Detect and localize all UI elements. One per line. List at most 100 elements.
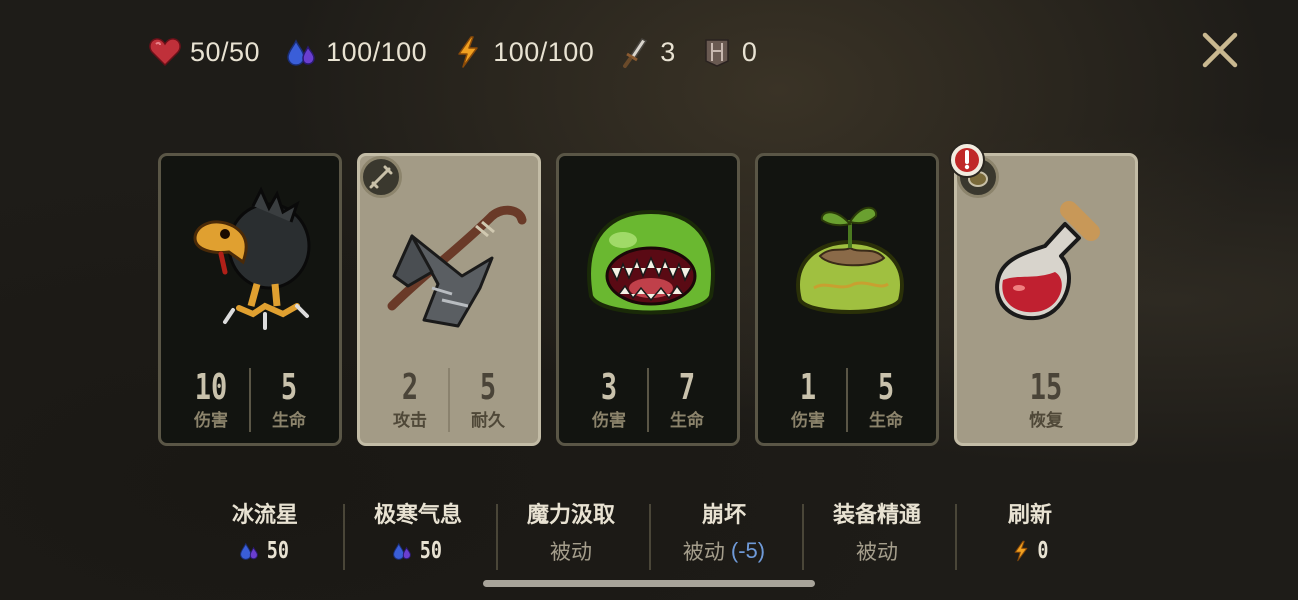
skill-name: 崩坏 (701, 502, 746, 528)
attack-value: 2 (401, 367, 419, 408)
skill-name: 魔力汲取 (526, 502, 615, 528)
battle-axe-icon (387, 205, 527, 328)
damage-value: 10 (194, 367, 228, 408)
mana-drops-icon (240, 542, 259, 560)
skill-cost: 50 (343, 532, 493, 570)
skill-divider (802, 504, 804, 570)
skill-name: 装备精通 (832, 502, 921, 528)
damage-label: 伤害 (194, 411, 228, 431)
damage-stat: 3 伤害 (571, 366, 647, 438)
card-stats: 15 恢复 (957, 366, 1135, 438)
close-button[interactable] (1200, 30, 1240, 70)
skill-equipment-mastery[interactable]: 装备精通 被动 (802, 498, 952, 578)
health-label: 生命 (869, 411, 903, 431)
durability-value: 5 (479, 367, 497, 408)
exclamation-icon (955, 148, 979, 172)
health-stat: 5 生命 (848, 366, 924, 438)
restore-label: 恢复 (1029, 411, 1063, 431)
health-label: 生命 (670, 411, 704, 431)
skill-divider (955, 504, 957, 570)
health-potion-icon (995, 201, 1100, 321)
lightning-icon (1014, 540, 1028, 562)
card-green-slime[interactable]: 3 伤害 7 生命 (556, 153, 740, 446)
card-axe[interactable]: 2 攻击 5 耐久 (357, 153, 541, 446)
mana-drops-icon (393, 542, 412, 560)
modifier-value: (-5) (730, 538, 766, 563)
health-value: 7 (678, 367, 696, 408)
card-art (969, 176, 1129, 346)
alert-badge (949, 142, 985, 178)
lightning-icon (458, 36, 478, 68)
skill-cost: 50 (190, 532, 340, 570)
heart-icon (149, 38, 181, 67)
attack-stat: 2 攻击 (372, 366, 448, 438)
energy-value: 100/100 (493, 36, 595, 67)
armor-value: 0 (741, 36, 758, 67)
mana-drops-icon (287, 39, 315, 66)
attack-value: 3 (660, 36, 676, 67)
health-stat: 5 生命 (251, 366, 327, 438)
armor-icon (705, 39, 729, 67)
card-potion[interactable]: 15 恢复 (949, 142, 1138, 446)
skill-name: 极寒气息 (373, 502, 462, 528)
skill-divider (496, 504, 498, 570)
skill-ice-meteor[interactable]: 冰流星 50 (190, 498, 340, 578)
card-sprout-slime[interactable]: 1 伤害 5 生命 (755, 153, 939, 446)
damage-stat: 1 伤害 (770, 366, 846, 438)
skill-divider (343, 504, 345, 570)
restore-value: 15 (1029, 367, 1063, 408)
energy-stat: 100/100 (451, 35, 594, 69)
restore-stat: 15 恢复 (1008, 366, 1084, 438)
health-stat: 50/50 (148, 35, 260, 69)
skill-frost-breath[interactable]: 极寒气息 50 (343, 498, 493, 578)
player-stats-bar: 50/50 100/100 100/100 3 0 (148, 30, 781, 74)
skill-cost: 0 (955, 532, 1105, 570)
card-crow[interactable]: 10 伤害 5 生命 (158, 153, 342, 446)
cost-value: 0 (1037, 538, 1049, 564)
skill-status: 被动 (496, 532, 646, 570)
passive-label: 被动 (856, 540, 898, 564)
damage-label: 伤害 (592, 411, 626, 431)
dagger-icon (623, 38, 648, 68)
sprout-slime-icon (796, 206, 904, 314)
health-label: 生命 (272, 411, 306, 431)
close-icon (1202, 32, 1238, 68)
health-value: 50/50 (190, 36, 261, 67)
crow-bird-icon (193, 186, 311, 330)
home-indicator[interactable] (483, 580, 815, 587)
card-art (372, 176, 532, 346)
damage-value: 3 (600, 367, 618, 408)
durability-stat: 5 耐久 (450, 366, 526, 438)
card-stats: 1 伤害 5 生命 (758, 366, 936, 438)
card-art (770, 176, 930, 346)
health-value: 5 (280, 367, 298, 408)
skill-status: 被动 (802, 532, 952, 570)
green-slime-mouth-icon (587, 209, 715, 315)
card-stats: 3 伤害 7 生命 (559, 366, 737, 438)
cost-value: 50 (266, 538, 290, 564)
skill-collapse[interactable]: 崩坏 被动 (-5) (649, 498, 799, 578)
passive-label: 被动 (550, 540, 592, 564)
skill-name: 冰流星 (231, 502, 298, 528)
damage-label: 伤害 (791, 411, 825, 431)
durability-label: 耐久 (471, 411, 505, 431)
attack-stat: 3 (618, 35, 676, 69)
card-art (571, 176, 731, 346)
damage-value: 1 (799, 367, 817, 408)
mana-stat: 100/100 (284, 35, 427, 69)
cost-value: 50 (419, 538, 443, 564)
mana-value: 100/100 (326, 36, 428, 67)
skill-divider (649, 504, 651, 570)
armor-stat: 0 (700, 35, 758, 69)
skill-status: 被动 (-5) (649, 532, 799, 570)
skill-refresh[interactable]: 刷新 0 (955, 498, 1105, 578)
card-art (173, 176, 333, 346)
health-stat: 7 生命 (649, 366, 725, 438)
damage-stat: 10 伤害 (173, 366, 249, 438)
attack-label: 攻击 (393, 411, 427, 431)
passive-label: 被动 (682, 540, 725, 564)
health-value: 5 (877, 367, 895, 408)
skill-name: 刷新 (1007, 502, 1052, 528)
skill-mana-drain[interactable]: 魔力汲取 被动 (496, 498, 646, 578)
card-stats: 2 攻击 5 耐久 (360, 366, 538, 438)
